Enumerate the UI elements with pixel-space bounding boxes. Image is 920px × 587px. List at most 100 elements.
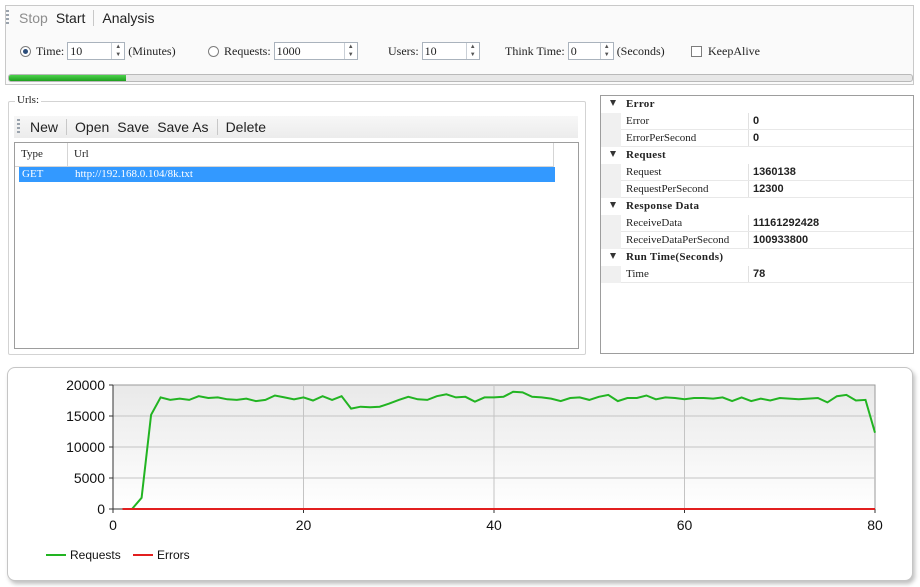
property-value: 78 [753,268,766,280]
y-tick-label: 10000 [66,439,105,455]
property-gutter [601,130,621,147]
time-value[interactable]: 10 [68,44,111,59]
think-time-label: Think Time: [505,43,565,58]
think-time-stepper[interactable]: 0 ▲ ▼ [567,42,614,60]
property-value: 11161292428 [753,217,820,229]
y-tick-label: 0 [97,501,105,517]
property-name: ReceiveDataPerSecond [626,234,730,246]
toolbar-separator [216,119,218,135]
urls-table-header: Type Url [15,143,554,167]
down-arrow-icon[interactable]: ▼ [112,51,124,59]
x-tick-label: 20 [296,517,312,533]
x-tick-label: 60 [677,517,693,533]
run-progress-bar [8,74,913,82]
property-category-label: Error [626,98,655,110]
collapse-triangle-icon[interactable] [610,151,616,157]
up-arrow-icon[interactable]: ▲ [601,43,613,51]
property-divider [748,113,749,130]
urls-group-title: Urls: [15,94,41,106]
property-name: ErrorPerSecond [626,132,697,144]
requests-radio[interactable] [208,45,219,57]
think-time-value[interactable]: 0 [569,44,600,59]
property-category[interactable]: Run Time(Seconds) [601,249,913,266]
requests-stepper[interactable]: 1000 ▲ ▼ [273,42,358,60]
up-arrow-icon[interactable]: ▲ [112,43,124,51]
property-gutter [601,266,621,283]
keepalive-label: KeepAlive [708,43,760,58]
collapse-triangle-icon[interactable] [610,100,616,106]
y-tick-label: 5000 [74,470,105,486]
property-gutter [601,113,621,130]
property-row[interactable]: Error 0 [601,113,913,130]
toolbar-grip[interactable] [17,119,20,135]
x-tick-label: 40 [486,517,502,533]
property-row[interactable]: Time 78 [601,266,913,283]
collapse-triangle-icon[interactable] [610,253,616,259]
new-button[interactable]: New [26,119,62,135]
urls-table: Type Url GET http://192.168.0.104/8k.txt [14,142,579,349]
save-button[interactable]: Save [113,119,153,135]
property-value: 100933800 [753,234,809,246]
down-arrow-icon[interactable]: ▼ [345,51,357,59]
requests-label: Requests: [224,43,271,58]
toolbar-grip[interactable] [6,10,9,26]
main-toolbar: Stop Start Analysis [6,7,159,29]
property-divider [748,164,749,181]
users-stepper[interactable]: 10 ▲ ▼ [421,42,480,60]
table-row[interactable]: GET http://192.168.0.104/8k.txt [19,167,555,182]
property-row[interactable]: RequestPerSecond 12300 [601,181,913,198]
property-category[interactable]: Response Data [601,198,913,215]
property-gutter [601,164,621,181]
start-button[interactable]: Start [52,10,90,26]
property-row[interactable]: ReceiveDataPerSecond 100933800 [601,232,913,249]
property-name: ReceiveData [626,217,683,229]
progress-fill [9,75,127,81]
legend-label-errors: Errors [157,548,190,562]
column-header-url[interactable]: Url [68,143,554,166]
time-label: Time: [36,43,65,58]
column-header-type[interactable]: Type [15,143,68,166]
chart-panel: 0 5000 10000 15000 20000 0 20 40 60 80 Requests Err… [7,367,913,581]
property-name: Time [626,268,649,280]
up-arrow-icon[interactable]: ▲ [345,43,357,51]
property-divider [748,215,749,232]
property-row[interactable]: ReceiveData 11161292428 [601,215,913,232]
users-option: Users: 10 ▲ ▼ [388,40,483,62]
property-category[interactable]: Error [601,96,913,113]
keepalive-checkbox[interactable] [691,45,702,57]
think-time-unit-label: (Seconds) [616,43,665,58]
think-time-option: Think Time: 0 ▲ ▼ (Seconds) [505,40,665,62]
open-button[interactable]: Open [71,119,113,135]
property-value: 0 [753,115,760,127]
property-row[interactable]: ErrorPerSecond 0 [601,130,913,147]
property-row[interactable]: Request 1360138 [601,164,913,181]
row-type-cell[interactable]: GET [22,167,43,182]
requests-value[interactable]: 1000 [275,44,344,59]
property-divider [748,181,749,198]
property-value: 0 [753,132,760,144]
up-arrow-icon[interactable]: ▲ [467,43,479,51]
time-radio[interactable] [20,45,31,57]
property-divider [748,266,749,283]
property-name: RequestPerSecond [626,183,709,195]
row-url-cell[interactable]: http://192.168.0.104/8k.txt [75,167,193,182]
down-arrow-icon[interactable]: ▼ [467,51,479,59]
urls-toolbar: New Open Save Save As Delete [14,116,578,138]
x-tick-label: 0 [109,517,117,533]
down-arrow-icon[interactable]: ▼ [601,51,613,59]
property-category-label: Request [626,149,666,161]
property-category[interactable]: Request [601,147,913,164]
property-value: 1360138 [753,166,796,178]
save-as-button[interactable]: Save As [153,119,212,135]
property-divider [748,232,749,249]
time-unit-label: (Minutes) [128,43,176,58]
delete-button[interactable]: Delete [222,119,270,135]
analysis-button[interactable]: Analysis [98,10,158,26]
stop-button[interactable]: Stop [15,10,52,26]
collapse-triangle-icon[interactable] [610,202,616,208]
options-row: Time: 10 ▲ ▼ (Minutes) Requests: 1000 ▲ ▼ … [14,40,904,62]
toolbar-separator [66,119,68,135]
property-divider [748,130,749,147]
time-stepper[interactable]: 10 ▲ ▼ [67,42,126,60]
users-value[interactable]: 10 [423,44,466,59]
